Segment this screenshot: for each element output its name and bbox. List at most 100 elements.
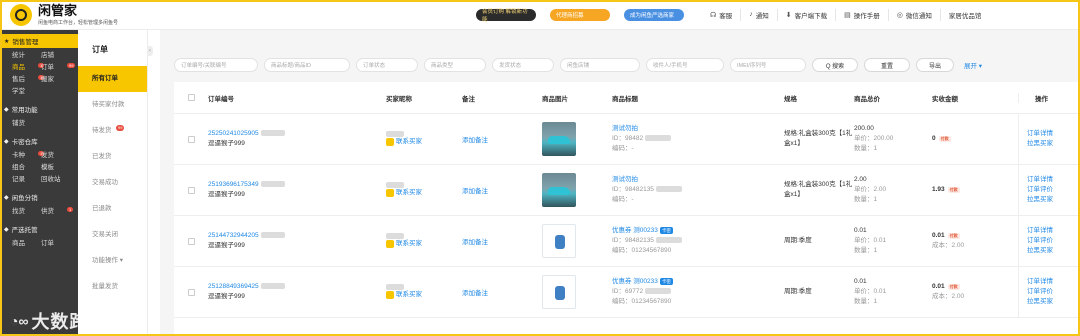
subnav-item[interactable]: 批量发货: [78, 274, 147, 300]
select-merchant-button[interactable]: 成为闲鱼严选商家: [624, 8, 684, 21]
export-button[interactable]: 导出: [916, 58, 954, 72]
filter-input[interactable]: 订单状态: [356, 58, 418, 72]
sidebar-group-title: 销售管理: [12, 39, 39, 46]
order-number-link[interactable]: 25144732944205: [208, 231, 386, 241]
subnav-item[interactable]: 功能操作 ▾: [78, 248, 147, 274]
sidebar-item[interactable]: 供货 1: [41, 207, 74, 216]
filter-input[interactable]: 发货状态: [492, 58, 554, 72]
expand-filters-link[interactable]: 展开 ▾: [964, 60, 982, 70]
subnav-item[interactable]: 所有订单: [78, 66, 147, 92]
contact-buyer-link[interactable]: 联系买家: [386, 188, 462, 198]
product-title-link[interactable]: 优惠券 测00233 卡密: [612, 226, 784, 236]
sidebar-group-header[interactable]: ◆ 闲鱼分销: [4, 190, 74, 204]
order-number-link[interactable]: 25193696175349: [208, 180, 386, 190]
sidebar-item[interactable]: 统计: [12, 51, 41, 60]
sidebar-group-header[interactable]: ◆ 常用功能: [4, 102, 74, 116]
total-price: 0.01: [854, 278, 867, 285]
filter-input[interactable]: 商品类型: [424, 58, 486, 72]
member-order-button[interactable]: 会员订购 解锁新功能: [476, 8, 536, 23]
add-note-link[interactable]: 添加备注: [462, 287, 542, 297]
app-logo[interactable]: 闲管家 闲鱼电商工作台，轻松管理多闲鱼号: [10, 3, 180, 26]
filter-input[interactable]: 闲鱼店铺: [560, 58, 640, 72]
row-action-link[interactable]: 拉黑买家: [1027, 297, 1080, 307]
topnav-headset[interactable]: ☊ 客服: [702, 9, 740, 21]
row-action-link[interactable]: 订单详情: [1027, 226, 1080, 236]
reset-button[interactable]: 重置: [864, 58, 910, 72]
topnav-bell[interactable]: ♪ 通知: [740, 8, 777, 21]
sidebar-item[interactable]: 组合: [12, 163, 41, 172]
order-number-link[interactable]: 25250241025905: [208, 129, 386, 139]
product-title: 测试勿拍: [612, 176, 638, 183]
subnav-item[interactable]: 交易关闭: [78, 222, 147, 248]
collapse-chevron-icon[interactable]: ‹: [147, 46, 153, 56]
sidebar-item[interactable]: 订单 99: [41, 63, 76, 72]
row-action-link[interactable]: 订单详情: [1027, 129, 1080, 139]
subnav-item[interactable]: 已发货: [78, 144, 147, 170]
add-note-link[interactable]: 添加备注: [462, 134, 542, 144]
select-all-checkbox[interactable]: [187, 94, 195, 101]
subnav-item[interactable]: 交易成功: [78, 170, 147, 196]
topnav-shop[interactable]: 家居优品馆: [939, 8, 990, 21]
paid-cell: 0.01 付款 成本：2.00: [932, 267, 1018, 317]
row-action-link[interactable]: 订单评价: [1027, 287, 1080, 297]
select-all-cell: [174, 94, 208, 101]
subnav-item[interactable]: 待买家付款: [78, 92, 147, 118]
product-title-link[interactable]: 测试勿拍: [612, 124, 784, 134]
sidebar-item[interactable]: 模板: [41, 163, 70, 172]
filter-input[interactable]: 商品标题/商品ID: [264, 58, 350, 72]
sidebar-item[interactable]: 搬家: [41, 75, 70, 84]
contact-buyer-link[interactable]: 联系买家: [386, 137, 462, 147]
row-action-link[interactable]: 拉黑买家: [1027, 246, 1080, 256]
product-thumbnail[interactable]: [542, 173, 576, 207]
sidebar-group-header[interactable]: ◆ 卡密仓库: [4, 134, 74, 148]
sidebar-item[interactable]: 学堂: [12, 87, 41, 96]
agent-recruit-button[interactable]: 代理商招募: [550, 8, 610, 21]
topnav-download[interactable]: ⬇ 客户端下载: [776, 8, 835, 21]
sidebar-item[interactable]: 记录: [12, 175, 41, 184]
product-thumbnail[interactable]: [542, 122, 576, 156]
sidebar-item-label: 售后: [12, 76, 25, 83]
add-note-link[interactable]: 添加备注: [462, 236, 542, 246]
sidebar-item[interactable]: 订单: [41, 239, 70, 248]
row-action-link[interactable]: 订单详情: [1027, 175, 1080, 185]
row-action-link[interactable]: 订单评价: [1027, 185, 1080, 195]
row-action-link[interactable]: 订单详情: [1027, 277, 1080, 287]
sidebar-item[interactable]: 铺货: [12, 119, 41, 128]
row-checkbox[interactable]: [187, 135, 195, 143]
sidebar-item[interactable]: 卡种 1: [12, 151, 45, 160]
sidebar-group-header[interactable]: ◆ 严选托管: [4, 222, 74, 236]
row-action-link[interactable]: 拉黑买家: [1027, 195, 1080, 205]
sidebar-item[interactable]: 找货: [12, 207, 41, 216]
row-checkbox[interactable]: [187, 186, 195, 194]
subnav-item[interactable]: 待发货 99: [78, 118, 147, 144]
subnav-item-label: 待发货: [92, 127, 112, 134]
product-title-link[interactable]: 优惠券 测00233 卡密: [612, 277, 784, 287]
order-number-link[interactable]: 25128849369425: [208, 282, 386, 292]
sidebar-item[interactable]: 店铺: [41, 51, 70, 60]
row-action-link[interactable]: 订单评价: [1027, 236, 1080, 246]
product-thumbnail[interactable]: [542, 275, 576, 309]
filter-input[interactable]: 订单编号/关联编号: [174, 58, 258, 72]
sidebar-item[interactable]: 商品 1: [12, 63, 45, 72]
contact-buyer-link[interactable]: 联系买家: [386, 290, 462, 300]
paid-amount-line: 1.93 付款: [932, 185, 1018, 195]
sidebar-group-header[interactable]: ★ 销售管理: [0, 34, 78, 48]
sidebar-item[interactable]: 回收站: [41, 175, 70, 184]
subnav-item[interactable]: 已退款: [78, 196, 147, 222]
sidebar-item[interactable]: 发货: [41, 151, 70, 160]
search-button[interactable]: Q 搜索: [812, 58, 858, 72]
product-thumbnail[interactable]: [542, 224, 576, 258]
product-title-link[interactable]: 测试勿拍: [612, 175, 784, 185]
topnav-wechat[interactable]: ◎ 微信通知: [887, 8, 940, 21]
sidebar-item[interactable]: 商品: [12, 239, 41, 248]
contact-buyer-link[interactable]: 联系买家: [386, 239, 462, 249]
filter-input[interactable]: IMEI/序列号: [730, 58, 806, 72]
add-note-link[interactable]: 添加备注: [462, 185, 542, 195]
topnav-label: 家居优品馆: [948, 12, 982, 20]
row-action-link[interactable]: 拉黑买家: [1027, 139, 1080, 149]
filter-input[interactable]: 收件人/手机号: [646, 58, 724, 72]
sidebar-item[interactable]: 售后 1: [12, 75, 45, 84]
topnav-book[interactable]: ▤ 操作手册: [835, 8, 888, 21]
row-checkbox[interactable]: [187, 288, 195, 296]
row-checkbox[interactable]: [187, 237, 195, 245]
